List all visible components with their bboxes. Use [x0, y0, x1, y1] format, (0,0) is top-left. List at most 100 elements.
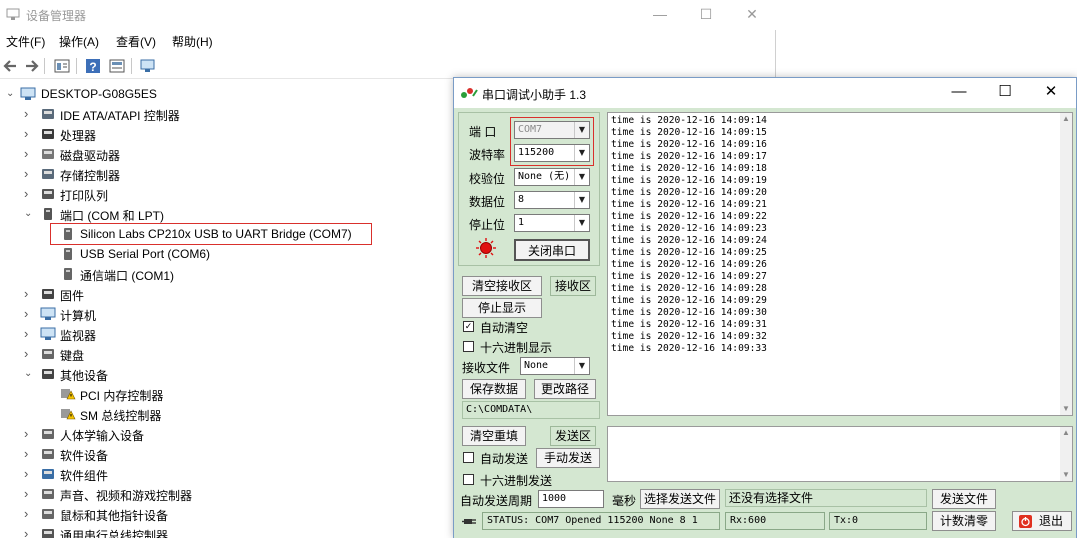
dm-title-bar[interactable]: 设备管理器 — ☐ ✕: [0, 0, 776, 30]
scroll-down-icon[interactable]: ▼: [1060, 469, 1072, 481]
receive-line: time is 2020-12-16 14:09:24: [611, 235, 767, 246]
receive-area-label: 接收区: [550, 276, 596, 296]
chevron-right-icon[interactable]: ›: [24, 467, 34, 480]
details-view-icon[interactable]: [108, 57, 126, 75]
send-text-area[interactable]: ▲ ▼: [607, 426, 1073, 482]
auto-send-checkbox[interactable]: [463, 452, 474, 463]
scroll-up-icon[interactable]: ▲: [1060, 427, 1072, 439]
ide-controller-icon: [42, 109, 54, 119]
stopbits-label: 停止位: [469, 218, 506, 232]
menu-view[interactable]: 查看(V): [116, 33, 156, 50]
manual-send-button[interactable]: 手动发送: [536, 448, 600, 468]
chevron-right-icon[interactable]: ›: [24, 527, 34, 538]
receive-line: time is 2020-12-16 14:09:26: [611, 259, 767, 270]
scroll-up-icon[interactable]: ▲: [1060, 113, 1072, 125]
chevron-right-icon[interactable]: ›: [24, 187, 34, 200]
chevron-right-icon[interactable]: ›: [24, 347, 34, 360]
receive-line: time is 2020-12-16 14:09:22: [611, 211, 767, 222]
parity-label: 校验位: [469, 172, 506, 186]
hex-display-checkbox[interactable]: [463, 341, 474, 352]
hex-send-checkbox[interactable]: [463, 474, 474, 485]
tree-item-label: IDE ATA/ATAPI 控制器: [60, 109, 180, 123]
send-scrollbar[interactable]: ▲ ▼: [1060, 427, 1072, 481]
stop-display-button[interactable]: 停止显示: [462, 298, 542, 318]
port-icon: [44, 208, 52, 220]
chevron-down-icon[interactable]: ⌄: [24, 208, 34, 220]
serial-assistant-window: 串口调试小助手 1.3 — ☐ ✕ 端 口 COM7 ▼ 波特率 115200 …: [453, 77, 1077, 538]
help-icon[interactable]: ?: [84, 57, 102, 75]
send-file-status: 还没有选择文件: [725, 489, 927, 507]
port-device-icon: [64, 248, 72, 260]
scan-hardware-monitor-icon[interactable]: [139, 57, 157, 75]
close-port-button[interactable]: 关闭串口: [514, 239, 590, 261]
receive-file-select-value: None: [524, 360, 549, 371]
warning-device-icon: [61, 409, 76, 420]
chevron-right-icon[interactable]: ›: [24, 287, 34, 300]
tree-item-label: 处理器: [60, 129, 97, 143]
change-path-button[interactable]: 更改路径: [534, 379, 596, 399]
reset-count-button[interactable]: 计数清零: [932, 511, 996, 531]
save-data-button[interactable]: 保存数据: [462, 379, 526, 399]
chevron-right-icon[interactable]: ›: [24, 327, 34, 340]
tx-count: Tx:0: [829, 512, 927, 530]
tree-item-label: 软件组件: [60, 469, 109, 483]
close-button[interactable]: ✕: [1028, 82, 1074, 104]
baud-label: 波特率: [469, 148, 506, 162]
clear-send-button[interactable]: 清空重填: [462, 426, 526, 446]
port-settings-group: 端 口 COM7 ▼ 波特率 115200 ▼ 校验位 None (无) ▼ 数…: [458, 112, 600, 266]
parity-select[interactable]: None (无) ▼: [514, 168, 590, 186]
properties-grid-icon[interactable]: [53, 57, 71, 75]
databits-label: 数据位: [469, 195, 506, 209]
chevron-right-icon[interactable]: ›: [24, 307, 34, 320]
chevron-right-icon[interactable]: ›: [24, 447, 34, 460]
status-text: STATUS: COM7 Opened 115200 None 8 1: [482, 512, 720, 530]
chevron-down-icon[interactable]: ⌄: [24, 368, 34, 380]
forward-arrow-icon[interactable]: [22, 57, 40, 75]
receive-text-area[interactable]: time is 2020-12-16 14:09:14 time is 2020-…: [607, 112, 1073, 416]
menu-action[interactable]: 操作(A): [59, 33, 99, 50]
sa-title-bar[interactable]: 串口调试小助手 1.3 — ☐ ✕: [454, 78, 1076, 108]
receive-line: time is 2020-12-16 14:09:17: [611, 151, 767, 162]
chevron-down-icon[interactable]: ⌄: [6, 88, 16, 100]
receive-file-select[interactable]: None ▼: [520, 357, 590, 375]
receive-line: time is 2020-12-16 14:09:19: [611, 175, 767, 186]
clear-receive-button[interactable]: 清空接收区: [462, 276, 542, 296]
scroll-down-icon[interactable]: ▼: [1060, 403, 1072, 415]
exit-button-label: 退出: [1038, 514, 1063, 528]
tree-item-label: 键盘: [60, 349, 85, 363]
maximize-button[interactable]: ☐: [982, 82, 1028, 104]
toolbar-divider: [131, 58, 132, 74]
minimize-button[interactable]: —: [637, 4, 683, 26]
exit-button[interactable]: 退出: [1012, 511, 1072, 531]
send-file-button[interactable]: 发送文件: [932, 489, 996, 509]
chevron-right-icon[interactable]: ›: [24, 127, 34, 140]
maximize-button[interactable]: ☐: [683, 4, 729, 26]
send-period-input[interactable]: 1000: [538, 490, 604, 508]
chevron-right-icon[interactable]: ›: [24, 147, 34, 160]
chevron-right-icon[interactable]: ›: [24, 487, 34, 500]
menu-help[interactable]: 帮助(H): [172, 33, 213, 50]
menu-file[interactable]: 文件(F): [6, 33, 45, 50]
auto-clear-checkbox[interactable]: ✓: [463, 321, 474, 332]
chevron-right-icon[interactable]: ›: [24, 427, 34, 440]
auto-send-label: 自动发送: [480, 452, 529, 466]
back-arrow-icon[interactable]: [2, 57, 20, 75]
minimize-button[interactable]: —: [936, 82, 982, 104]
chevron-right-icon[interactable]: ›: [24, 107, 34, 120]
hex-send-label: 十六进制发送: [480, 474, 553, 488]
keyboard-icon: [42, 349, 54, 359]
plug-icon: [462, 519, 476, 524]
receive-line: time is 2020-12-16 14:09:14: [611, 115, 767, 126]
receive-scrollbar[interactable]: ▲ ▼: [1060, 113, 1072, 415]
monitor-icon: [40, 327, 56, 340]
auto-clear-label: 自动清空: [480, 321, 529, 335]
chevron-down-icon: ▼: [574, 169, 589, 185]
select-send-file-button[interactable]: 选择发送文件: [640, 489, 720, 509]
databits-select-value: 8: [518, 194, 525, 205]
chevron-right-icon[interactable]: ›: [24, 167, 34, 180]
databits-select[interactable]: 8 ▼: [514, 191, 590, 209]
receive-line: time is 2020-12-16 14:09:23: [611, 223, 767, 234]
chevron-right-icon[interactable]: ›: [24, 507, 34, 520]
close-button[interactable]: ✕: [729, 4, 775, 26]
stopbits-select[interactable]: 1 ▼: [514, 214, 590, 232]
